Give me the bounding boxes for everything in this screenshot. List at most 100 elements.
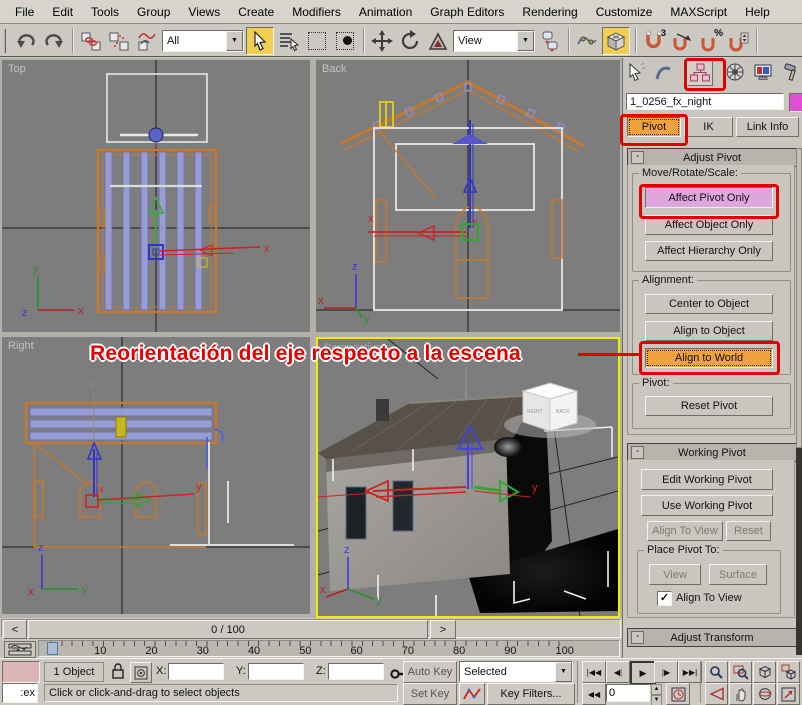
zoom-all-button[interactable]	[729, 661, 752, 683]
open-mini-curve-editor-button[interactable]	[4, 641, 36, 658]
menu-graph-editors[interactable]: Graph Editors	[421, 5, 513, 19]
tab-ik[interactable]: IK	[684, 117, 733, 137]
macro-recorder-pane[interactable]	[2, 661, 40, 683]
adjust-transform-rollout-header[interactable]: - Adjust Transform	[627, 628, 797, 647]
surface-button[interactable]: Surface	[709, 564, 767, 585]
current-frame-field[interactable]	[606, 684, 650, 702]
tab-link-info[interactable]: Link Info	[736, 117, 799, 137]
menu-edit[interactable]: Edit	[43, 5, 82, 19]
time-slider-next-button[interactable]: >	[430, 620, 456, 639]
menu-file[interactable]: File	[6, 5, 43, 19]
selection-filter-combo[interactable]: All ▼	[162, 30, 244, 52]
view-button[interactable]: View	[649, 564, 701, 585]
next-frame-button[interactable]: |▶	[654, 661, 678, 683]
center-to-object-button[interactable]: Center to Object	[645, 294, 773, 314]
reset-button[interactable]: Reset	[726, 521, 771, 541]
previous-frame-button[interactable]: ◀|	[606, 661, 630, 683]
bind-to-space-warp-button[interactable]	[134, 28, 160, 54]
menu-tools[interactable]: Tools	[82, 5, 128, 19]
spinner-snap-button[interactable]	[725, 28, 751, 54]
align-to-view-button[interactable]: Align To View	[647, 521, 723, 541]
collapse-icon[interactable]: -	[631, 151, 644, 164]
window-crossing-button[interactable]	[332, 28, 358, 54]
select-and-rotate-button[interactable]	[397, 28, 423, 54]
zoom-button[interactable]	[705, 661, 728, 683]
panel-scrollbar[interactable]	[796, 148, 802, 655]
default-in-out-tangents-button[interactable]	[459, 683, 485, 705]
select-object-button[interactable]	[246, 27, 274, 55]
select-and-manipulate-button[interactable]	[574, 28, 600, 54]
viewport-right-label[interactable]: Right	[8, 340, 34, 352]
viewport-perspective[interactable]: Perspective	[316, 337, 620, 618]
collapse-icon[interactable]: -	[631, 631, 644, 644]
panel-scrollbar-thumb[interactable]	[796, 148, 802, 448]
track-bar-ruler[interactable]: 0102030405060708090100	[38, 640, 620, 657]
menu-help[interactable]: Help	[736, 5, 779, 19]
viewport-back[interactable]: Back x	[316, 60, 620, 332]
object-name-field[interactable]: 1_0256_fx_night	[626, 93, 784, 110]
frame-spinner[interactable]: ▲ ▼	[651, 684, 662, 702]
menu-group[interactable]: Group	[128, 5, 179, 19]
rectangular-selection-region-button[interactable]	[304, 28, 330, 54]
tab-display[interactable]	[751, 59, 775, 84]
select-and-scale-button[interactable]	[425, 28, 451, 54]
field-of-view-button[interactable]	[705, 683, 728, 705]
min-max-toggle-button[interactable]	[777, 683, 800, 705]
time-configuration-button[interactable]	[666, 683, 690, 705]
x-coordinate-field[interactable]	[168, 663, 224, 680]
menu-views[interactable]: Views	[179, 5, 229, 19]
go-to-start-button[interactable]: |◀◀	[582, 661, 606, 683]
pan-view-button[interactable]	[729, 683, 752, 705]
align-to-view-checkbox[interactable]: ✓	[657, 591, 672, 606]
viewport-top[interactable]: Top x y x	[2, 60, 310, 332]
absolute-offset-mode-toggle[interactable]	[130, 662, 152, 683]
viewport-top-label[interactable]: Top	[8, 63, 26, 75]
reference-coordinate-dropdown-icon[interactable]: ▼	[517, 31, 534, 51]
z-coordinate-field[interactable]	[328, 663, 384, 680]
key-mode-toggle-button[interactable]: ◀◀	[582, 683, 606, 705]
set-key-button[interactable]: Set Key	[403, 683, 457, 705]
affect-hierarchy-only-button[interactable]: Affect Hierarchy Only	[645, 241, 773, 261]
key-filter-selection-combo[interactable]: Selected ▼	[459, 661, 573, 682]
tab-utilities[interactable]	[780, 59, 802, 84]
edit-working-pivot-button[interactable]: Edit Working Pivot	[641, 469, 773, 490]
tab-pivot[interactable]: Pivot	[627, 117, 681, 137]
select-and-move-button[interactable]	[369, 28, 395, 54]
viewport-right[interactable]: Right z	[2, 337, 310, 614]
menu-rendering[interactable]: Rendering	[513, 5, 586, 19]
select-and-link-button[interactable]	[78, 28, 104, 54]
zoom-extents-all-button[interactable]	[777, 661, 800, 683]
use-pivot-point-center-button[interactable]	[537, 28, 563, 54]
tab-modify[interactable]	[652, 59, 676, 84]
menu-maxscript[interactable]: MAXScript	[661, 5, 736, 19]
go-to-end-button[interactable]: ▶▶|	[678, 661, 702, 683]
spinner-down-icon[interactable]: ▼	[651, 695, 662, 705]
key-filters-button[interactable]: Key Filters...	[487, 683, 575, 705]
spinner-up-icon[interactable]: ▲	[651, 684, 662, 695]
tab-motion[interactable]	[723, 59, 747, 84]
maxscript-mini-listener[interactable]: :ex	[2, 683, 38, 703]
reset-pivot-button[interactable]: Reset Pivot	[645, 396, 773, 416]
auto-key-button[interactable]: Auto Key	[403, 661, 457, 683]
redo-button[interactable]	[41, 28, 67, 54]
use-working-pivot-button[interactable]: Use Working Pivot	[641, 495, 773, 516]
undo-button[interactable]	[13, 28, 39, 54]
object-color-swatch[interactable]	[789, 93, 802, 112]
tab-create[interactable]	[624, 59, 648, 84]
time-slider-prev-button[interactable]: <	[3, 620, 27, 639]
angle-snap-button[interactable]	[669, 28, 695, 54]
toolbar-grab-handle[interactable]	[4, 29, 9, 53]
percent-snap-button[interactable]: %	[697, 28, 723, 54]
affect-object-only-button[interactable]: Affect Object Only	[645, 215, 773, 235]
tab-hierarchy[interactable]	[687, 59, 713, 86]
unlink-selection-button[interactable]	[106, 28, 132, 54]
viewport-back-label[interactable]: Back	[322, 63, 346, 75]
zoom-extents-button[interactable]	[753, 661, 776, 683]
selection-lock-toggle[interactable]	[110, 662, 126, 683]
snap-toggle-button[interactable]	[602, 27, 630, 55]
menu-modifiers[interactable]: Modifiers	[283, 5, 350, 19]
menu-animation[interactable]: Animation	[350, 5, 421, 19]
select-by-name-button[interactable]	[276, 28, 302, 54]
y-coordinate-field[interactable]	[248, 663, 304, 680]
align-to-world-button[interactable]: Align to World	[645, 348, 773, 368]
